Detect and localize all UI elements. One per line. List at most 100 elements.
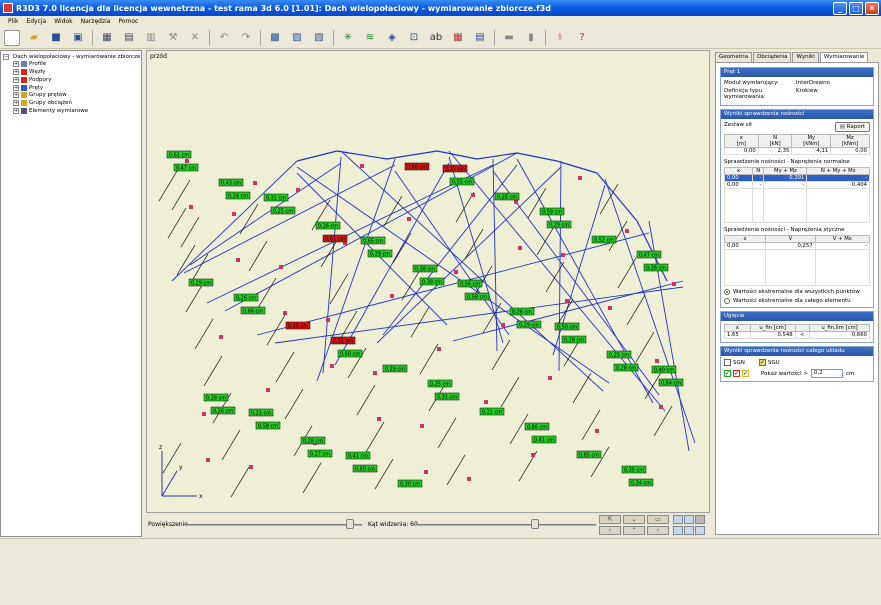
deflection-label[interactable]: 0,60 cm [355,467,375,473]
deflection-label[interactable]: 0,26 cm [318,224,338,230]
deflection-label[interactable]: 0,29 cm [191,281,211,287]
deflection-label[interactable]: 0,36 cm [213,409,233,415]
expand-icon[interactable]: + [13,76,19,83]
deflection-label[interactable]: 0,55 cm [452,180,472,186]
wrench-icon[interactable]: ⚒ [165,30,181,46]
angle-slider-thumb[interactable] [531,519,539,529]
layers-icon[interactable]: ▬ [501,30,517,46]
deflection-label[interactable]: 0,34 cm [631,481,651,487]
menu-pomoc[interactable]: Pomoc [114,18,142,25]
expand-icon[interactable]: + [13,84,19,91]
deflection-label[interactable]: 0,29 cm [385,367,405,373]
deflection-label[interactable]: 0,28 cm [206,396,226,402]
view-frame-icon[interactable]: ▩ [267,30,283,46]
deflection-label[interactable]: 0,41 cm [348,454,368,460]
expand-icon[interactable]: + [13,108,19,115]
grid-icon[interactable]: ▥ [143,30,159,46]
menu-widok[interactable]: Widok [50,18,76,25]
deflection-label[interactable]: 0,31 cm [437,395,457,401]
deflection-label[interactable]: 0,58 cm [258,424,278,430]
tree-item-prety[interactable]: + Pręty [3,84,139,91]
deflection-label[interactable]: 0,59 cm [542,210,562,216]
angle-slider-track[interactable] [416,524,596,526]
deflection-label[interactable]: 0,21 cm [482,410,502,416]
table-view-icon[interactable]: ▦ [99,30,115,46]
red-filter-checkbox[interactable]: ✓ [733,370,740,377]
tab-wyniki[interactable]: Wyniki [792,52,819,62]
dimension-icon[interactable]: ⊡ [406,30,422,46]
deflection-label[interactable]: 0,26 cm [646,266,666,272]
deflection-label[interactable]: 0,60 cm [340,352,360,358]
deflection-label[interactable]: 0,38 cm [445,167,465,173]
deflection-label[interactable]: 0,26 cm [236,296,256,302]
rotate-up-button[interactable]: ⌃ [623,526,645,535]
deflection-label[interactable]: 0,38 cm [415,267,435,273]
deflection-label[interactable]: 0,66 cm [407,165,427,171]
deflection-label[interactable]: 0,29 cm [519,323,539,329]
radio-all-points[interactable]: Wartości ekstremalne dla wszystkich punk… [724,289,870,295]
table-row[interactable]: 1,65 0,548 < 0,660 [724,331,870,339]
threshold-input[interactable]: 0,2 [811,369,844,378]
save-icon[interactable]: ■ [48,30,64,46]
deflection-label[interactable]: 0,38 cm [422,280,442,286]
deflection-label[interactable]: 0,61 cm [325,237,345,243]
tab-geometria[interactable]: Geometria [715,52,753,62]
rotate-right-up-button[interactable]: ▭ [647,515,669,524]
deflection-label[interactable]: 0,85 cm [579,453,599,459]
deflection-label[interactable]: 0,28 cm [564,338,584,344]
deflection-label[interactable]: 0,28 cm [497,195,517,201]
view-persp-icon[interactable] [684,526,694,535]
tab-obciazenia[interactable]: Obciążenia [753,52,792,62]
deflection-label[interactable]: 0,43 cm [221,181,241,187]
deflection-label[interactable]: 0,30 cm [400,482,420,488]
deflection-label[interactable]: 0,31 cm [266,196,286,202]
view-solid-icon[interactable]: ▧ [311,30,327,46]
tab-wymiarowanie[interactable]: Wymiarowanie [819,52,869,62]
view-render-icon[interactable]: ▨ [289,30,305,46]
collapse-icon[interactable]: − [3,53,9,60]
radio-whole-element[interactable]: Wartości ekstremalne dla całego elementu [724,298,870,304]
ab-icon[interactable]: ab [428,30,444,46]
table-row[interactable]: 0,00 0,257 - [723,242,871,250]
deflection-label[interactable]: 0,28 cm [616,366,636,372]
y-axis-label[interactable]: y [179,464,183,471]
deflection-label[interactable]: 0,56 cm [460,282,480,288]
deflection-label[interactable]: 0,29 cm [549,223,569,229]
redo-icon[interactable]: ↷ [238,30,254,46]
deflection-label[interactable]: 0,31 cm [333,339,353,345]
rotate-down-button[interactable]: ⌄ [623,515,645,524]
chart-icon[interactable]: ▤ [472,30,488,46]
node-icon[interactable]: ◈ [384,30,400,46]
menu-narzedzia[interactable]: Narzędzia [77,18,115,25]
new-file-icon[interactable] [4,29,20,46]
deflection-label[interactable]: 0,29 cm [370,252,390,258]
deflection-label[interactable]: 0,61 cm [169,153,189,159]
x-axis-label[interactable]: x [199,493,203,500]
view-iso-icon[interactable] [673,526,683,535]
view-top-icon[interactable] [695,515,705,524]
deflection-label[interactable]: 0,41 cm [534,438,554,444]
tree-item-profile[interactable]: + Profile [3,61,139,68]
open-folder-icon[interactable]: ▰ [26,30,42,46]
expand-icon[interactable]: + [13,100,19,107]
rotate-right-button[interactable]: › [599,526,621,535]
deflection-label[interactable]: 0,86 cm [527,425,547,431]
sgu-checkbox[interactable]: ✓ [758,359,766,366]
magic-wand-icon[interactable]: ⚕ [552,30,568,46]
deflection-label[interactable]: 0,26 cm [512,310,532,316]
table-row[interactable]: 0,00 - 0,391 - [724,174,870,182]
yellow-filter-checkbox[interactable]: ✓ [742,370,749,377]
expand-icon[interactable]: + [13,61,19,68]
tree-item-grupy-obciazen[interactable]: + Grupy obciążeń [3,100,139,107]
deflection-label[interactable]: 0,40 cm [654,368,674,374]
deflection-label[interactable]: 0,65 cm [363,239,383,245]
rotate-left-up-button[interactable]: ⇱ [599,515,621,524]
radio-button[interactable] [724,289,730,295]
green-filter-checkbox[interactable]: ✓ [724,370,731,377]
report-button[interactable]: ▤ Raport [834,122,870,132]
3d-viewport[interactable]: 0,61 cm 0,31 cm 0,65 cm 0,56 cm 0,50 cm 0,40 … [146,50,710,513]
deflection-label[interactable]: 0,66 cm [243,309,263,315]
maximize-button[interactable]: ▢ [849,1,863,15]
structure-icon[interactable]: ✳ [340,30,356,46]
deflection-label[interactable]: 0,50 cm [557,325,577,331]
